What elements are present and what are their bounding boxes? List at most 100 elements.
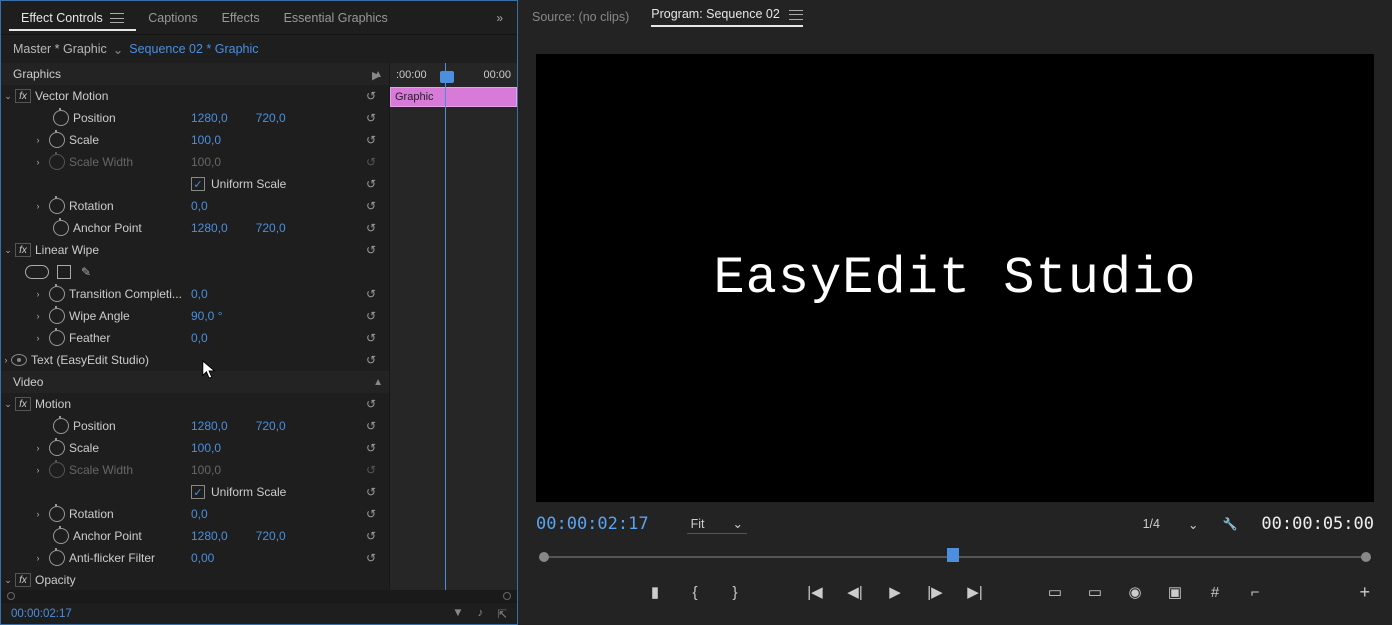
twirl-right-icon[interactable]: ›: [31, 443, 45, 453]
rotation-value[interactable]: 0,0: [191, 507, 208, 521]
stopwatch-icon[interactable]: [49, 308, 65, 324]
stopwatch-icon[interactable]: [49, 198, 65, 214]
reset-icon[interactable]: ↺: [363, 198, 379, 214]
twirl-down-icon[interactable]: ⌄: [1, 575, 15, 586]
tab-effects[interactable]: Effects: [210, 5, 272, 31]
ellipse-mask-icon[interactable]: [25, 265, 49, 279]
add-marker-icon[interactable]: ▮: [645, 582, 665, 602]
collapse-arrow-icon[interactable]: ▲: [373, 377, 383, 388]
tabs-overflow-icon[interactable]: »: [490, 9, 509, 27]
timeline-clip[interactable]: Graphic: [390, 87, 517, 107]
play-icon[interactable]: ▶: [885, 582, 905, 602]
panel-menu-icon[interactable]: [789, 10, 803, 20]
position-x-value[interactable]: 1280,0: [191, 419, 228, 433]
twirl-right-icon[interactable]: ›: [31, 135, 45, 145]
fx-badge-icon[interactable]: fx: [15, 89, 31, 103]
step-forward-icon[interactable]: |▶: [925, 582, 945, 602]
section-graphics[interactable]: Graphics ▲: [1, 63, 389, 85]
stopwatch-icon[interactable]: [49, 286, 65, 302]
reset-icon[interactable]: ↺: [363, 176, 379, 192]
zoom-fit-dropdown[interactable]: Fit ⌄: [687, 514, 747, 534]
twirl-right-icon[interactable]: ›: [31, 311, 45, 321]
button-editor-icon[interactable]: +: [1359, 582, 1370, 603]
comparison-view-icon[interactable]: ▣: [1165, 582, 1185, 602]
export-icon[interactable]: ⇱: [497, 607, 507, 621]
twirl-down-icon[interactable]: ⌄: [1, 91, 15, 102]
tab-captions[interactable]: Captions: [136, 5, 209, 31]
anchor-x-value[interactable]: 1280,0: [191, 221, 228, 235]
effect-vector-motion[interactable]: ⌄ fx Vector Motion ↺: [1, 85, 389, 107]
tab-program[interactable]: Program: Sequence 02: [651, 7, 803, 27]
reset-icon[interactable]: ↺: [363, 110, 379, 126]
current-timecode[interactable]: 00:00:02:17: [536, 514, 649, 534]
program-timeline[interactable]: [536, 546, 1374, 570]
panel-menu-icon[interactable]: [110, 13, 124, 23]
reset-icon[interactable]: ↺: [363, 352, 379, 368]
scale-value[interactable]: 100,0: [191, 441, 221, 455]
sequence-link[interactable]: Sequence 02 * Graphic: [129, 42, 258, 56]
reset-icon[interactable]: ↺: [363, 550, 379, 566]
reset-icon[interactable]: ↺: [363, 396, 379, 412]
ruler-icon[interactable]: ⌐: [1245, 582, 1265, 602]
stopwatch-icon[interactable]: [53, 418, 69, 434]
reset-icon[interactable]: ↺: [363, 484, 379, 500]
effect-opacity[interactable]: ⌄ fx Opacity: [1, 569, 389, 590]
timeline-playhead[interactable]: [947, 548, 959, 562]
safe-margins-icon[interactable]: #: [1205, 582, 1225, 602]
mark-in-icon[interactable]: {: [685, 582, 705, 602]
tab-effect-controls[interactable]: Effect Controls: [9, 5, 136, 31]
anchor-y-value[interactable]: 720,0: [256, 529, 286, 543]
timeline-end-handle[interactable]: [1361, 552, 1371, 562]
transition-value[interactable]: 0,0: [191, 287, 208, 301]
stopwatch-icon[interactable]: [53, 528, 69, 544]
twirl-right-icon[interactable]: ›: [31, 509, 45, 519]
reset-icon[interactable]: ↺: [363, 132, 379, 148]
position-y-value[interactable]: 720,0: [256, 111, 286, 125]
extract-icon[interactable]: ▭: [1085, 582, 1105, 602]
fx-badge-icon[interactable]: fx: [15, 573, 31, 587]
resolution-dropdown[interactable]: 1/4 ⌄: [1143, 517, 1199, 532]
step-back-icon[interactable]: ◀|: [845, 582, 865, 602]
settings-wrench-icon[interactable]: 🔧: [1222, 517, 1237, 531]
pen-mask-icon[interactable]: ✎: [81, 265, 91, 279]
go-to-in-icon[interactable]: |◀: [805, 582, 825, 602]
stopwatch-icon[interactable]: [49, 440, 65, 456]
program-viewer[interactable]: EasyEdit Studio: [536, 54, 1374, 502]
master-clip-label[interactable]: Master * Graphic: [13, 42, 107, 56]
scroll-handle-right[interactable]: [503, 592, 511, 600]
mark-out-icon[interactable]: }: [725, 582, 745, 602]
filter-icon[interactable]: ▼: [452, 607, 463, 621]
reset-icon[interactable]: ↺: [363, 440, 379, 456]
reset-icon[interactable]: ↺: [363, 242, 379, 258]
tab-essential-graphics[interactable]: Essential Graphics: [272, 5, 400, 31]
section-video[interactable]: Video ▲: [1, 371, 389, 393]
go-to-out-icon[interactable]: ▶|: [965, 582, 985, 602]
fx-badge-icon[interactable]: fx: [15, 397, 31, 411]
position-x-value[interactable]: 1280,0: [191, 111, 228, 125]
twirl-right-icon[interactable]: ›: [31, 289, 45, 299]
scale-value[interactable]: 100,0: [191, 133, 221, 147]
rotation-value[interactable]: 0,0: [191, 199, 208, 213]
position-y-value[interactable]: 720,0: [256, 419, 286, 433]
fx-badge-icon[interactable]: fx: [15, 243, 31, 257]
lift-icon[interactable]: ▭: [1045, 582, 1065, 602]
stopwatch-icon[interactable]: [49, 132, 65, 148]
playhead-handle[interactable]: [440, 71, 454, 83]
reset-icon[interactable]: ↺: [363, 528, 379, 544]
stopwatch-icon[interactable]: [53, 220, 69, 236]
effect-text-layer[interactable]: › Text (EasyEdit Studio) ↺: [1, 349, 389, 371]
reset-icon[interactable]: ↺: [363, 308, 379, 324]
reset-icon[interactable]: ↺: [363, 286, 379, 302]
visibility-icon[interactable]: [11, 354, 27, 366]
tab-source[interactable]: Source: (no clips): [532, 10, 629, 24]
rect-mask-icon[interactable]: [57, 265, 71, 279]
effect-linear-wipe[interactable]: ⌄ fx Linear Wipe ↺: [1, 239, 389, 261]
stopwatch-icon[interactable]: [53, 110, 69, 126]
zoom-scrollbar[interactable]: [1, 590, 517, 602]
uniform-scale-checkbox[interactable]: ✓: [191, 485, 205, 499]
reset-icon[interactable]: ↺: [363, 220, 379, 236]
reset-icon[interactable]: ↺: [363, 418, 379, 434]
twirl-down-icon[interactable]: ⌄: [1, 399, 15, 410]
keyframe-icon[interactable]: ♪: [478, 607, 484, 621]
effect-motion[interactable]: ⌄ fx Motion ↺: [1, 393, 389, 415]
